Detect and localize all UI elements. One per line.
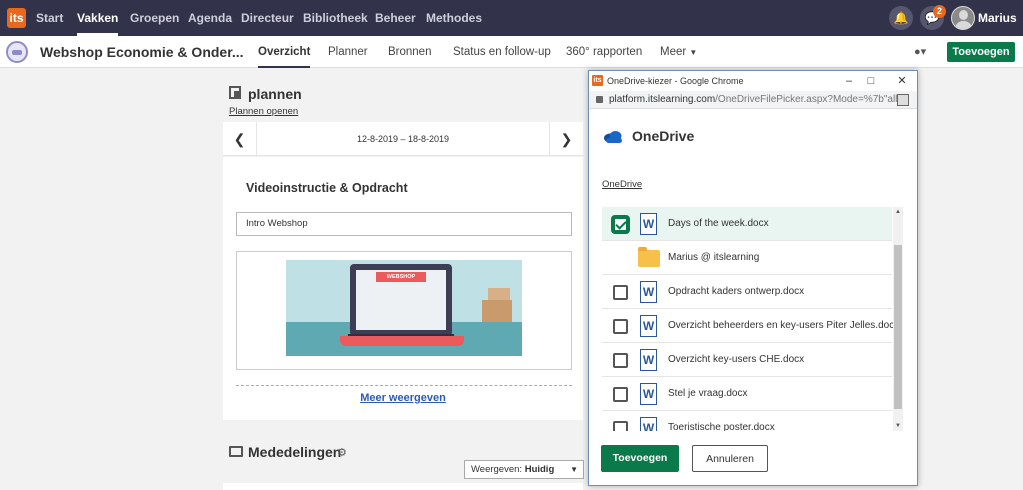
file-name: Stel je vraag.docx (668, 388, 748, 399)
scroll-up-icon[interactable]: ▲ (893, 209, 903, 215)
nav-groepen[interactable]: Groepen (130, 0, 179, 36)
list-item[interactable]: W Overzicht beheerders en key-users Pite… (602, 309, 899, 343)
notifications-bell-icon[interactable]: 🔔 (889, 6, 913, 30)
nav-agenda[interactable]: Agenda (188, 0, 232, 36)
window-titlebar: its OneDrive-kiezer - Google Chrome – □ … (589, 71, 917, 91)
nav-directeur[interactable]: Directeur (241, 0, 294, 36)
file-checkbox[interactable] (613, 353, 628, 368)
tab-360-rapporten[interactable]: 360° rapporten (566, 36, 642, 68)
list-item[interactable]: W Overzicht key-users CHE.docx (602, 343, 892, 377)
itslearning-favicon-icon: its (592, 75, 603, 86)
onedrive-cloud-icon (604, 131, 622, 143)
minimize-icon[interactable]: – (839, 71, 859, 91)
nav-vakken[interactable]: Vakken (77, 0, 119, 36)
file-checkbox[interactable] (613, 421, 628, 431)
word-document-icon: W (640, 417, 657, 431)
scrollbar-thumb[interactable] (894, 245, 902, 409)
plans-heading: plannen (248, 86, 302, 102)
list-item[interactable]: Marius @ itslearning (602, 241, 892, 275)
date-navigator: ❮ 12-8-2019 – 18-8-2019 ❯ (223, 122, 583, 156)
divider (236, 385, 572, 386)
illustration-label: WEBSHOP (376, 272, 426, 282)
nav-bibliotheek[interactable]: Bibliotheek (303, 0, 368, 36)
show-more-link[interactable]: Meer weergeven (223, 392, 583, 404)
chevron-down-icon: ▼ (689, 48, 698, 57)
plan-image-box: WEBSHOP (236, 251, 572, 370)
tab-planner[interactable]: Planner (328, 36, 368, 68)
translate-icon[interactable] (897, 94, 909, 106)
breadcrumb[interactable]: OneDrive (602, 179, 642, 190)
word-document-icon: W (640, 213, 657, 235)
date-range: 12-8-2019 – 18-8-2019 (356, 134, 450, 144)
onedrive-picker-window: its OneDrive-kiezer - Google Chrome – □ … (588, 70, 918, 486)
file-checkbox[interactable] (613, 285, 628, 300)
list-item[interactable]: W Stel je vraag.docx (602, 377, 892, 411)
nav-methodes[interactable]: Methodes (426, 0, 482, 36)
announcements-icon (229, 446, 243, 457)
list-item[interactable]: W Toeristische poster.docx (602, 411, 892, 431)
file-name: Overzicht beheerders en key-users Piter … (668, 320, 900, 331)
webshop-illustration: WEBSHOP (286, 260, 522, 356)
file-name: Overzicht key-users CHE.docx (668, 354, 805, 365)
open-plans-link[interactable]: Plannen openen (229, 106, 298, 117)
list-item[interactable]: W Days of the week.docx (602, 207, 892, 241)
announcements-card (223, 483, 583, 490)
scroll-down-icon[interactable]: ▼ (893, 423, 903, 429)
nav-beheer[interactable]: Beheer (375, 0, 416, 36)
onedrive-title: OneDrive (632, 128, 695, 144)
file-name: Toeristische poster.docx (668, 422, 775, 431)
plan-item-title: Videoinstructie & Opdracht (246, 181, 408, 195)
maximize-icon[interactable]: □ (861, 71, 881, 91)
plan-icon (229, 86, 241, 99)
course-icon (6, 41, 28, 63)
user-role-icon[interactable]: ●▾ (914, 45, 926, 58)
user-avatar[interactable] (951, 6, 975, 30)
file-name: Days of the week.docx (668, 218, 769, 229)
view-select[interactable]: Weergeven: Huidig ▼ (464, 460, 584, 479)
tab-meer[interactable]: Meer ▼ (660, 36, 697, 69)
tab-status-follow-up[interactable]: Status en follow-up (453, 36, 551, 68)
plan-topic-input[interactable]: Intro Webshop (236, 212, 572, 236)
add-button[interactable]: Toevoegen (947, 42, 1015, 62)
lock-icon (596, 96, 603, 103)
course-title[interactable]: Webshop Economie & Onder... (40, 36, 244, 68)
add-selected-button[interactable]: Toevoegen (601, 445, 679, 472)
tab-overzicht[interactable]: Overzicht (258, 36, 311, 68)
cancel-button[interactable]: Annuleren (692, 445, 768, 472)
file-checkbox[interactable] (613, 217, 628, 232)
close-icon[interactable]: ✕ (892, 71, 912, 91)
next-week-icon[interactable]: ❯ (549, 122, 583, 156)
previous-week-icon[interactable]: ❮ (223, 122, 257, 156)
word-document-icon: W (640, 349, 657, 371)
window-title: OneDrive-kiezer - Google Chrome (607, 76, 744, 86)
chevron-down-icon: ▼ (570, 465, 578, 474)
file-list-scrollbar[interactable]: ▲ ▼ (893, 207, 903, 431)
list-item[interactable]: W Opdracht kaders ontwerp.docx (602, 275, 892, 309)
announcements-heading: Mededelingen (248, 444, 342, 460)
user-name[interactable]: Marius (978, 0, 1017, 36)
nav-start[interactable]: Start (36, 0, 63, 36)
messages-count-badge: 2 (933, 5, 946, 18)
file-list: W Days of the week.docx Marius @ itslear… (602, 207, 904, 431)
word-document-icon: W (640, 383, 657, 405)
itslearning-logo[interactable]: its (7, 8, 26, 28)
file-checkbox[interactable] (613, 387, 628, 402)
word-document-icon: W (640, 315, 657, 337)
gear-icon[interactable]: ⚙ (337, 446, 347, 459)
file-name: Marius @ itslearning (668, 252, 760, 263)
file-name: Opdracht kaders ontwerp.docx (668, 286, 805, 297)
folder-icon (638, 247, 660, 267)
word-document-icon: W (640, 281, 657, 303)
top-navigation-bar: its Start Vakken Groepen Agenda Directeu… (0, 0, 1023, 36)
file-checkbox[interactable] (613, 319, 628, 334)
course-header: Webshop Economie & Onder... Overzicht Pl… (0, 36, 1023, 68)
address-bar[interactable]: platform.itslearning.com/OneDriveFilePic… (589, 91, 917, 109)
tab-bronnen[interactable]: Bronnen (388, 36, 431, 68)
